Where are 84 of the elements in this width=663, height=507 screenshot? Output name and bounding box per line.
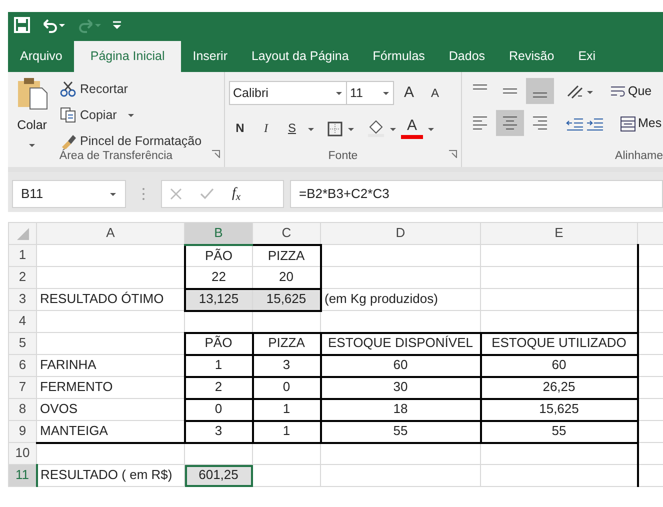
row-header[interactable]: 2 — [8, 266, 36, 288]
table-cell: PÃO — [184, 244, 252, 266]
column-header[interactable]: B — [184, 222, 252, 244]
table-cell: PIZZA — [252, 332, 320, 354]
column-header[interactable]: A — [36, 222, 184, 244]
save-icon[interactable] — [14, 17, 30, 33]
table-cell: 15,625 — [480, 398, 638, 420]
group-label: Área de Transferência — [58, 148, 174, 164]
table-cell: 3 — [252, 354, 320, 376]
table-cell: 18 — [320, 398, 480, 420]
row-header[interactable]: 7 — [8, 376, 36, 398]
table-cell: 60 — [480, 354, 638, 376]
table-cell: 0 — [184, 398, 252, 420]
ribbon-tab[interactable]: Inserir — [180, 43, 240, 72]
bold-button[interactable]: N — [229, 115, 251, 141]
row-header[interactable]: 5 — [8, 332, 36, 354]
table-cell: (em Kg produzidos) — [320, 288, 480, 310]
borders-icon[interactable] — [327, 119, 343, 137]
ribbon-tab[interactable]: Revisão — [497, 43, 566, 72]
table-cell: 3 — [184, 420, 252, 442]
table-cell: 26,25 — [480, 376, 638, 398]
clipboard-icon[interactable] — [16, 76, 48, 110]
table-cell: 55 — [480, 420, 638, 442]
table-cell: 0 — [252, 376, 320, 398]
copy-icon[interactable] — [60, 107, 76, 123]
shrink-font-button[interactable]: A — [424, 80, 446, 106]
table-cell: 1 — [252, 420, 320, 442]
table-cell: 30 — [320, 376, 480, 398]
ribbon-tab[interactable]: Layout da Página — [239, 43, 361, 72]
table-cell: ESTOQUE UTILIZADO — [480, 332, 638, 354]
row-header[interactable]: 10 — [8, 442, 36, 464]
row-header[interactable]: 6 — [8, 354, 36, 376]
fill-bucket-icon[interactable] — [367, 118, 385, 138]
table-cell: 15,625 — [252, 288, 320, 310]
format-painter-button[interactable]: Pincel de Formatação — [80, 132, 202, 150]
wrap-text-button[interactable]: Que — [628, 82, 652, 100]
row-header[interactable]: 8 — [8, 398, 36, 420]
table-cell: 1 — [252, 398, 320, 420]
merge-cells-icon[interactable] — [620, 114, 636, 132]
selected-cell[interactable]: 601,25 — [184, 464, 252, 486]
name-box[interactable]: B11 — [12, 180, 126, 208]
group-label: Alinhame — [615, 148, 663, 164]
table-cell: 1 — [184, 354, 252, 376]
row-header[interactable]: 3 — [8, 288, 36, 310]
column-header[interactable]: C — [252, 222, 320, 244]
scissors-icon[interactable] — [60, 81, 76, 97]
italic-button[interactable]: I — [255, 115, 277, 141]
align-bottom-icon[interactable] — [526, 78, 554, 104]
formula-field[interactable]: =B2*B3+C2*C3 — [290, 180, 663, 208]
row-header[interactable]: 11 — [8, 464, 36, 486]
font-size-field[interactable]: 11 — [346, 81, 394, 105]
merge-button[interactable]: Mes — [638, 114, 662, 132]
row-header[interactable]: 4 — [8, 310, 36, 332]
copy-button[interactable]: Copiar — [80, 106, 117, 124]
table-cell: 13,125 — [184, 288, 252, 310]
table-cell: RESULTADO ( em R$) — [36, 464, 184, 486]
table-cell: PÃO — [184, 332, 252, 354]
ribbon-tab[interactable]: Fórmulas — [360, 43, 437, 72]
column-header[interactable]: E — [480, 222, 638, 244]
table-cell: 55 — [320, 420, 480, 442]
align-center-icon[interactable] — [496, 110, 524, 136]
customize-icon[interactable] — [112, 19, 122, 31]
font-color-button[interactable]: A — [401, 117, 423, 139]
paste-button[interactable]: Colar — [17, 116, 47, 135]
grow-font-button[interactable]: A — [398, 80, 420, 106]
table-cell: PIZZA — [252, 244, 320, 266]
paintbrush-icon[interactable] — [60, 133, 76, 149]
underline-button[interactable]: S — [281, 115, 303, 141]
cut-button[interactable]: Recortar — [80, 80, 128, 98]
caret-icon[interactable] — [335, 89, 343, 97]
row-header[interactable]: 9 — [8, 420, 36, 442]
column-header[interactable]: D — [320, 222, 480, 244]
caret-icon[interactable] — [382, 89, 390, 97]
table-cell: 2 — [184, 376, 252, 398]
row-header[interactable]: 1 — [8, 244, 36, 266]
ribbon-tab[interactable]: Página Inicial — [74, 41, 181, 72]
insert-function-button[interactable]: f$_{x}$ — [232, 183, 241, 204]
table-cell: 60 — [320, 354, 480, 376]
group-label: Fonte — [327, 148, 359, 164]
table-cell: ESTOQUE DISPONÍVEL — [320, 332, 480, 354]
ribbon-tab[interactable]: Dados — [436, 43, 498, 72]
ribbon-tab[interactable]: Arquivo — [8, 43, 74, 72]
font-name-field[interactable]: Calibri — [229, 81, 347, 105]
ribbon-tab[interactable]: Exi — [566, 43, 608, 72]
